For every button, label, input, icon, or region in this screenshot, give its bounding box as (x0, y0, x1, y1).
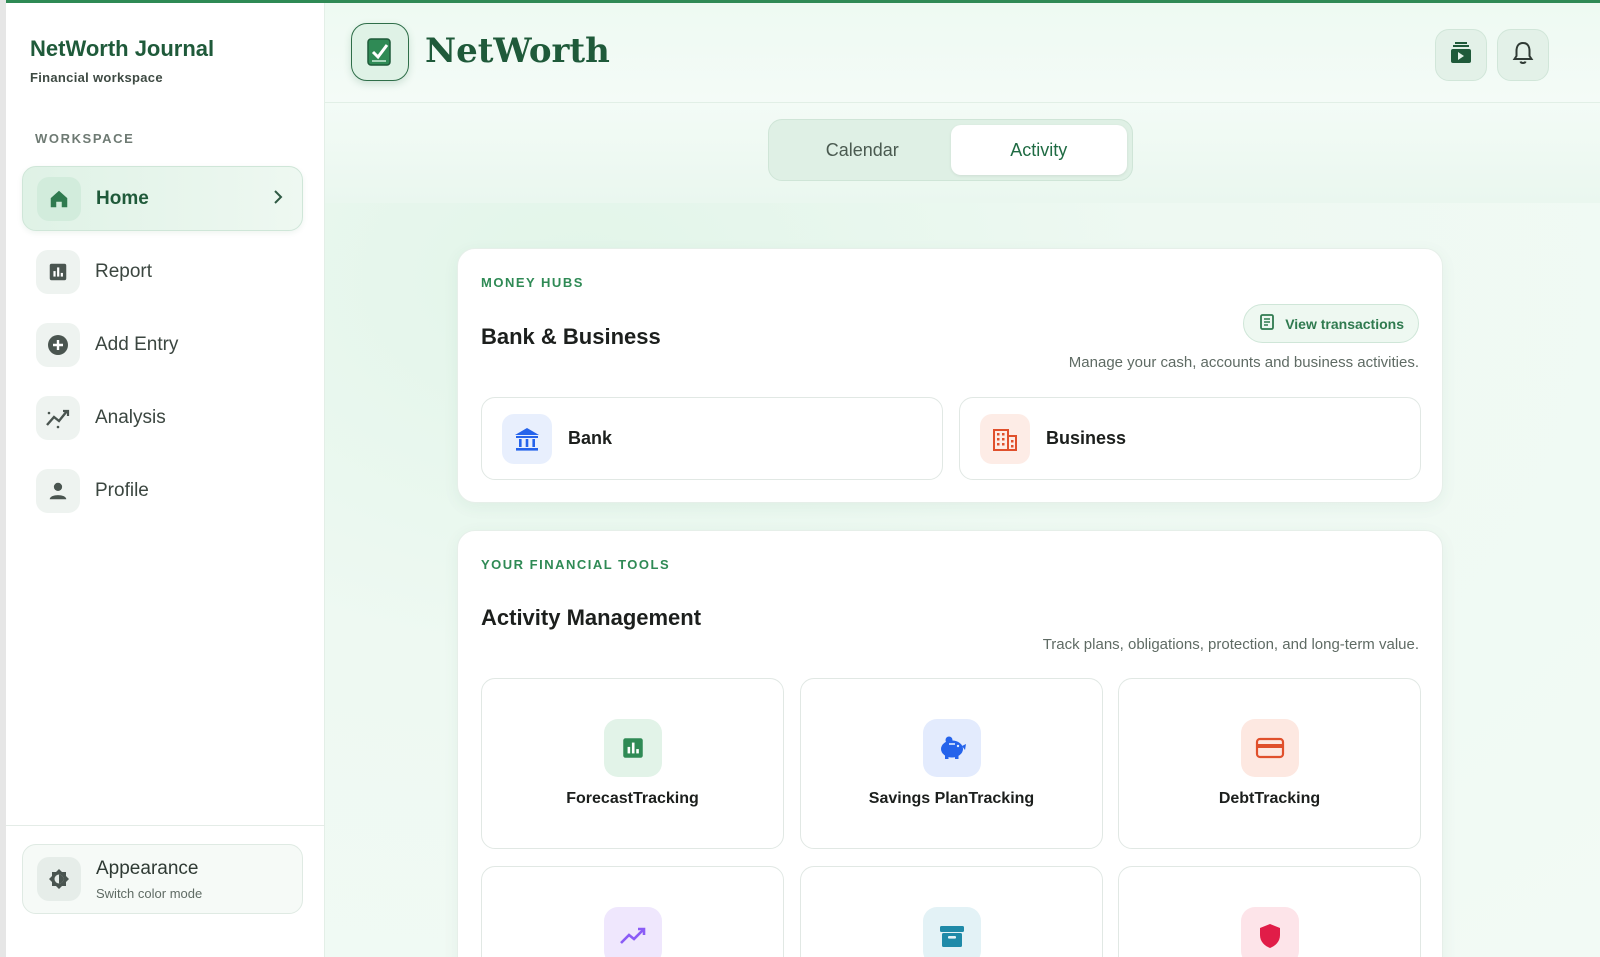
sidebar-item-profile[interactable]: Profile (22, 458, 303, 523)
money-hubs-card: MONEY HUBS Bank & Business View transact… (457, 248, 1443, 503)
hub-label: Bank (568, 428, 613, 448)
receipt-icon (1258, 313, 1276, 334)
bar-chart-icon (36, 249, 80, 294)
home-icon (37, 176, 81, 221)
hub-bank[interactable]: Bank (481, 397, 943, 480)
trend-icon (36, 395, 80, 440)
chevron-right-icon (272, 189, 284, 210)
sidebar-item-label: Analysis (95, 406, 166, 428)
plus-circle-icon (36, 322, 80, 367)
notifications-button[interactable] (1497, 29, 1549, 81)
appearance-title: Appearance (96, 857, 199, 879)
sidebar-item-label: Home (96, 187, 149, 209)
tool-forecast-tracking[interactable]: ForecastTracking (481, 678, 784, 849)
tools-description: Track plans, obligations, protection, an… (1042, 636, 1419, 653)
bell-icon (1511, 40, 1535, 71)
trending-up-icon (604, 907, 662, 957)
brightness-icon (37, 857, 81, 901)
sidebar-item-label: Report (95, 260, 153, 282)
tabs-band: Calendar Activity (325, 103, 1600, 203)
app-window: NetWorth Journal Financial workspace WOR… (6, 0, 1600, 957)
money-hubs-eyebrow: MONEY HUBS (481, 275, 584, 290)
forecast-icon (604, 719, 662, 777)
sidebar-item-analysis[interactable]: Analysis (22, 385, 303, 450)
sidebar-item-home[interactable]: Home (22, 166, 303, 231)
workspace-section-label: WORKSPACE (35, 131, 135, 146)
main-content: MONEY HUBS Bank & Business View transact… (325, 203, 1600, 957)
tool-debt-tracking[interactable]: DebtTracking (1118, 678, 1421, 849)
archive-icon (923, 907, 981, 957)
tool-label: DebtTracking (1218, 790, 1321, 807)
view-tabs: Calendar Activity (768, 119, 1133, 181)
tab-calendar[interactable]: Calendar (774, 125, 951, 175)
app-header: NetWorth (325, 3, 1600, 103)
person-icon (36, 468, 80, 513)
top-accent-line (6, 0, 1600, 3)
financial-tools-card: YOUR FINANCIAL TOOLS Activity Management… (457, 530, 1443, 957)
view-transactions-label: View transactions (1285, 315, 1404, 332)
tools-eyebrow: YOUR FINANCIAL TOOLS (481, 557, 671, 572)
view-transactions-button[interactable]: View transactions (1243, 304, 1419, 343)
sidebar-divider (6, 825, 325, 826)
tool-label: ForecastTracking (566, 790, 699, 807)
bank-icon (502, 413, 552, 464)
wallet-icon (1448, 40, 1474, 71)
appearance-subtitle: Switch color mode (96, 885, 203, 901)
building-icon (980, 413, 1030, 464)
money-hubs-title: Bank & Business (481, 324, 661, 349)
tab-activity[interactable]: Activity (950, 125, 1127, 175)
money-hubs-description: Manage your cash, accounts and business … (1068, 354, 1419, 371)
appearance-toggle[interactable]: Appearance Switch color mode (22, 844, 303, 914)
credit-card-icon (1241, 719, 1299, 777)
sidebar-nav: Home Report Add Entry Analysis Profile (22, 166, 303, 531)
tool-protection[interactable] (1118, 866, 1421, 957)
tool-investment[interactable] (481, 866, 784, 957)
hub-label: Business (1046, 428, 1127, 448)
tool-archive[interactable] (800, 866, 1103, 957)
brand-title: NetWorth Journal (30, 36, 215, 61)
checklist-icon[interactable] (351, 23, 409, 81)
wallet-button[interactable] (1435, 29, 1487, 81)
brand-subtitle: Financial workspace (30, 70, 163, 85)
tool-label: Savings PlanTracking (868, 790, 1035, 807)
tools-title: Activity Management (481, 605, 702, 630)
app-logo-text: NetWorth (425, 31, 610, 71)
sidebar-item-label: Profile (95, 479, 149, 501)
shield-icon (1241, 907, 1299, 957)
piggy-bank-icon (923, 719, 981, 777)
sidebar: NetWorth Journal Financial workspace WOR… (6, 3, 325, 957)
tool-savings-plan-tracking[interactable]: Savings PlanTracking (800, 678, 1103, 849)
sidebar-item-label: Add Entry (95, 333, 179, 355)
sidebar-item-report[interactable]: Report (22, 239, 303, 304)
hub-business[interactable]: Business (959, 397, 1421, 480)
sidebar-item-add-entry[interactable]: Add Entry (22, 312, 303, 377)
